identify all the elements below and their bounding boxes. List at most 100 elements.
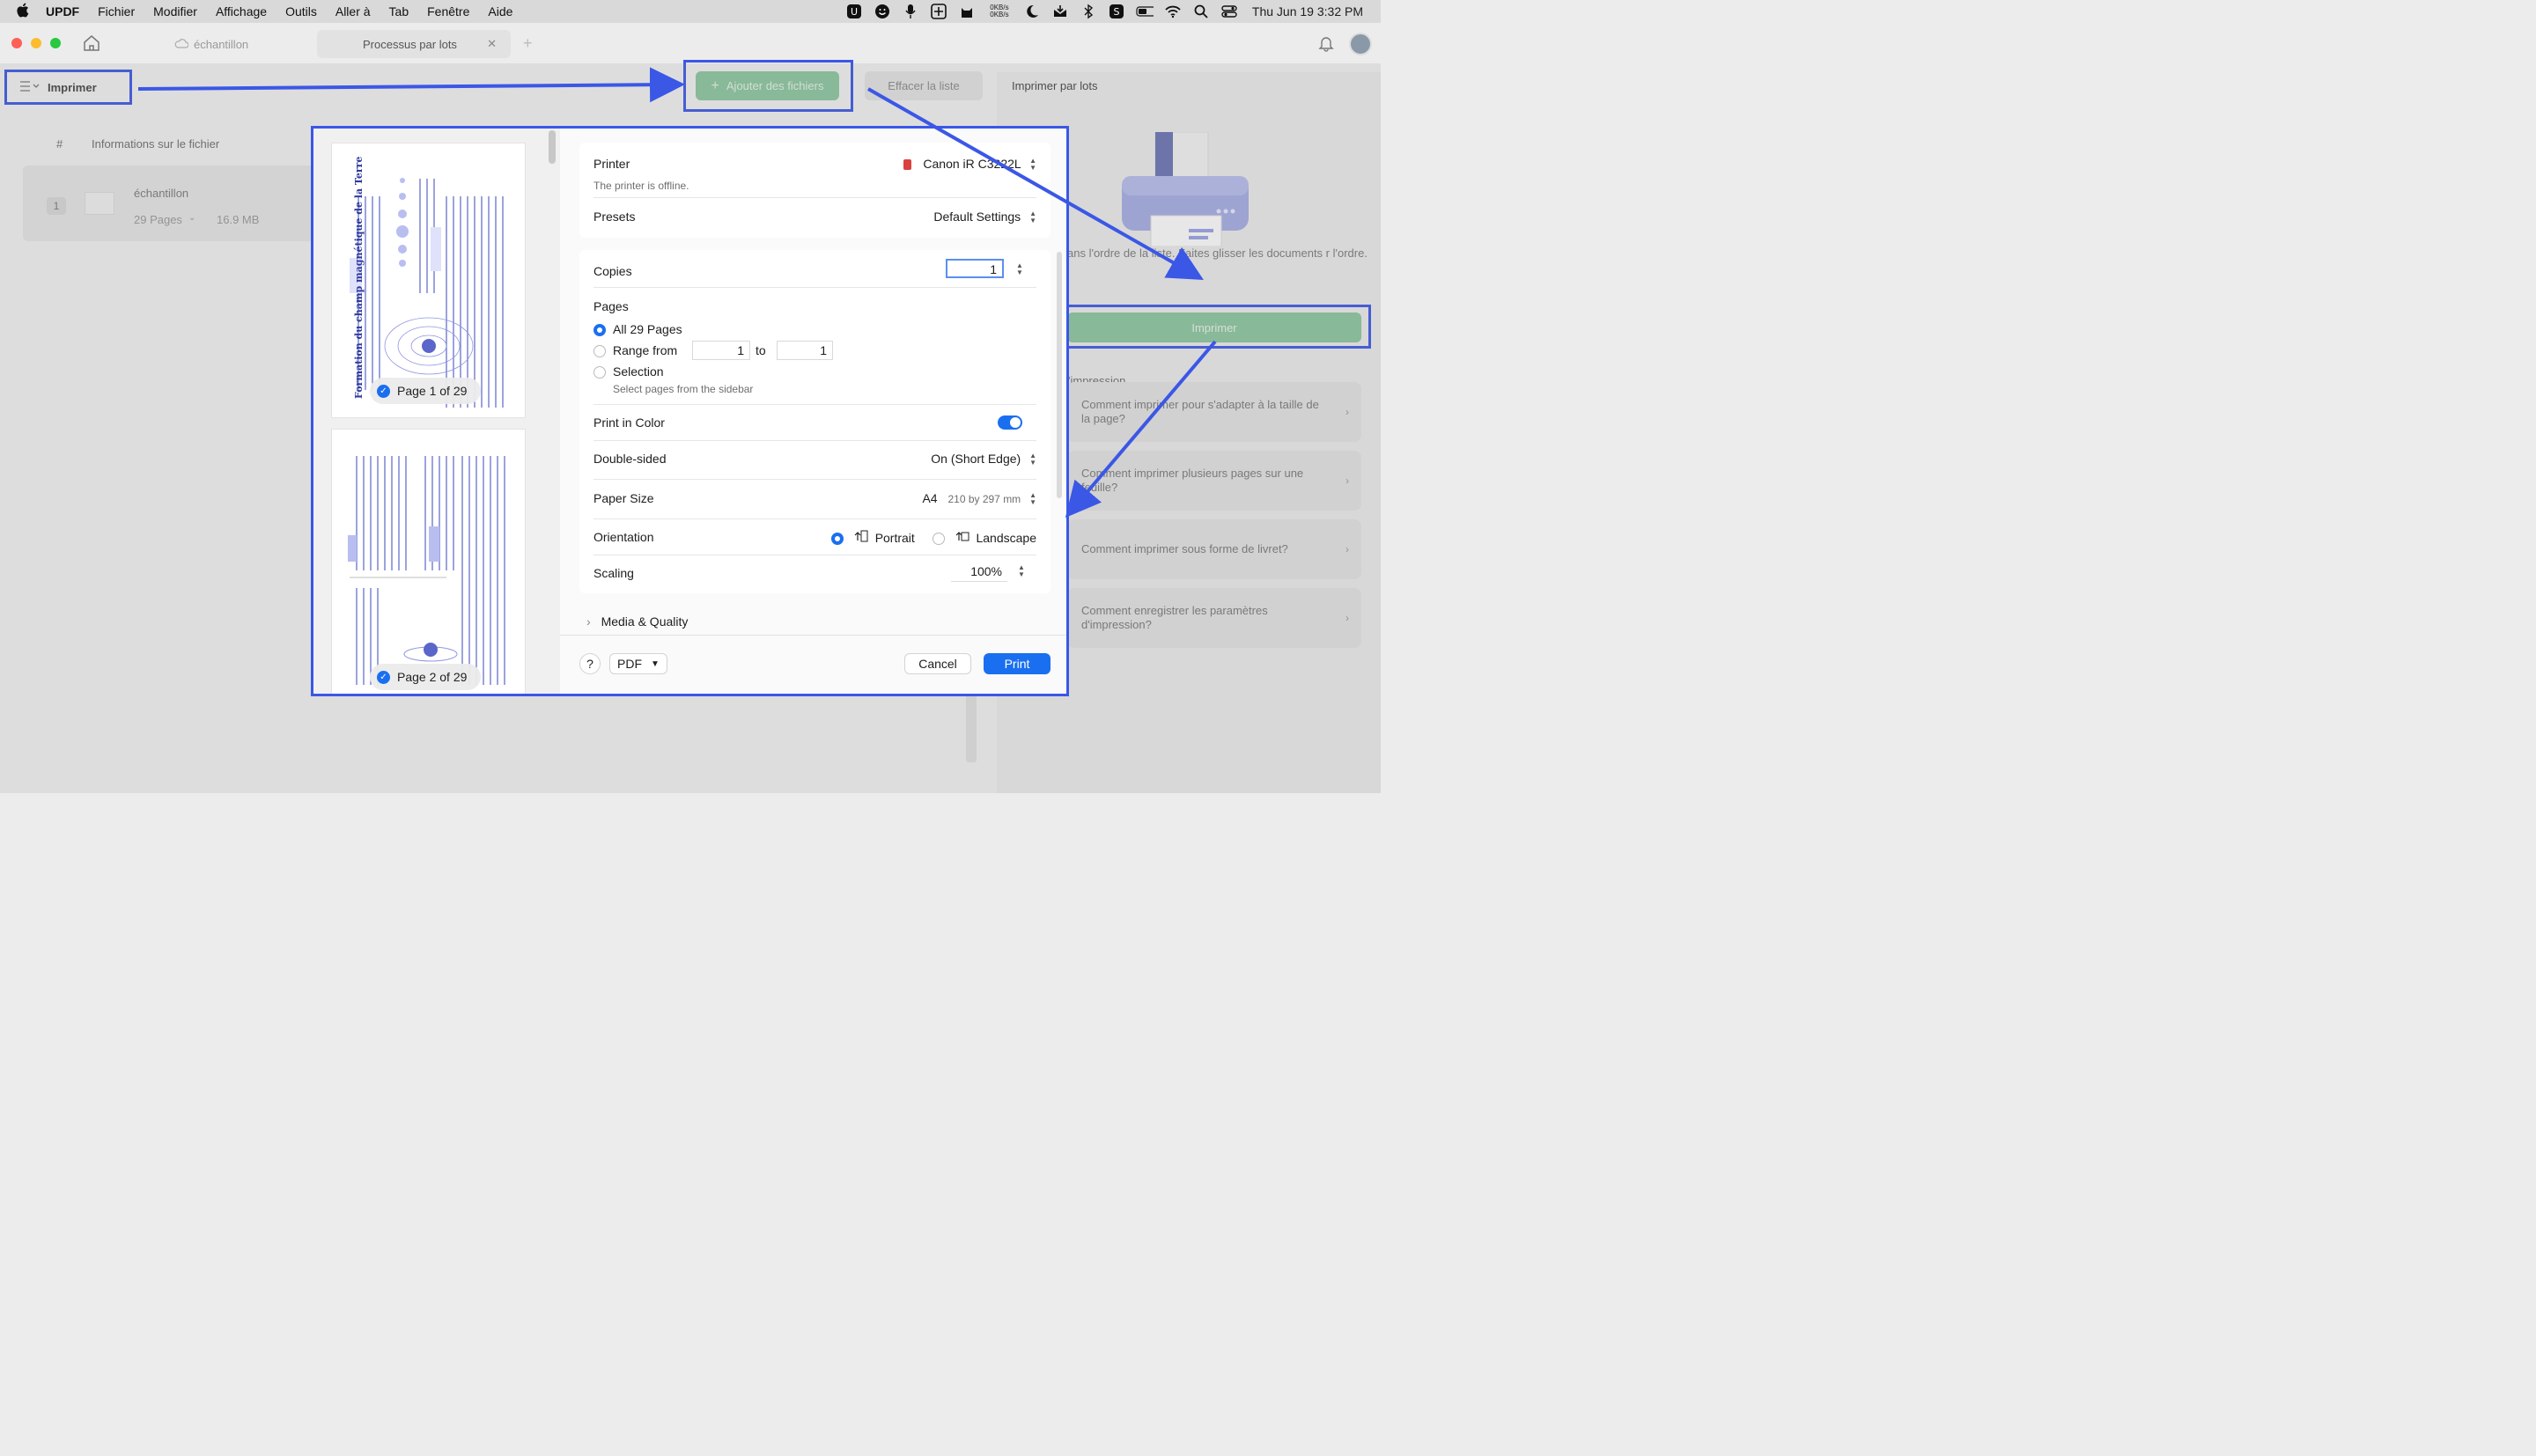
pages-all-option[interactable]: All 29 Pages xyxy=(593,322,682,337)
bell-icon[interactable] xyxy=(1317,34,1335,55)
menu-app-name[interactable]: UPDF xyxy=(46,4,79,18)
page-2-label: Page 2 of 29 xyxy=(397,670,468,684)
cancel-button[interactable]: Cancel xyxy=(904,653,971,674)
duplex-select[interactable]: On (Short Edge) ▲ ▼ xyxy=(931,452,1036,467)
help-button[interactable]: ? xyxy=(579,653,601,674)
duplex-row: Double-sided On (Short Edge) ▲ ▼ xyxy=(593,452,1036,467)
copies-label: Copies xyxy=(593,264,632,278)
page-1-label-pill[interactable]: ✓ Page 1 of 29 xyxy=(370,378,482,404)
pages-selection-hint: Select pages from the sidebar xyxy=(613,383,754,395)
menu-fenetre[interactable]: Fenêtre xyxy=(427,4,469,18)
duplex-label: Double-sided xyxy=(593,452,667,466)
cloud-icon xyxy=(174,38,189,51)
cancel-label: Cancel xyxy=(918,657,957,671)
radio-range[interactable] xyxy=(593,345,606,358)
pdf-menu-button[interactable]: PDF ▼ xyxy=(609,653,667,674)
copies-stepper[interactable]: ▲ ▼ xyxy=(1016,262,1023,276)
close-tab-icon[interactable]: ✕ xyxy=(487,37,497,51)
radio-selection[interactable] xyxy=(593,366,606,379)
menu-aide[interactable]: Aide xyxy=(488,4,512,18)
options-card: Copies 1 ▲ ▼ Pages All 29 Pages Range fro… xyxy=(579,250,1051,593)
pages-row: Pages xyxy=(593,299,1036,313)
page-2-label-pill[interactable]: ✓ Page 2 of 29 xyxy=(370,664,482,690)
bluetooth-icon[interactable] xyxy=(1080,4,1097,19)
menubar-clock[interactable]: Thu Jun 19 3:32 PM xyxy=(1252,4,1363,18)
home-icon[interactable] xyxy=(82,34,101,55)
page-preview-sidebar[interactable]: Formation du champ magnétique de la Terr… xyxy=(313,129,560,694)
scaling-input[interactable]: 100% xyxy=(951,563,1007,582)
net-down: 0KB/s xyxy=(990,11,1009,18)
network-speed: 0KB/s 0KB/s xyxy=(986,4,1013,18)
tab-echantillon[interactable]: échantillon xyxy=(174,30,248,58)
portrait-icon xyxy=(854,530,872,545)
updf-status-icon[interactable]: U xyxy=(845,4,863,18)
chevron-down-icon: ▼ xyxy=(651,658,660,669)
tab-processus-par-lots[interactable]: Processus par lots ✕ xyxy=(317,30,511,58)
printer-label: Printer xyxy=(593,157,630,171)
menu-fichier[interactable]: Fichier xyxy=(98,4,135,18)
print-button[interactable]: Print xyxy=(984,653,1051,674)
range-to-input[interactable]: 1 xyxy=(777,341,833,360)
minimize-window-button[interactable] xyxy=(31,38,41,48)
print-label: Print xyxy=(1004,657,1030,671)
battery-icon[interactable] xyxy=(1136,4,1154,18)
menu-outils[interactable]: Outils xyxy=(285,4,317,18)
moon-icon[interactable] xyxy=(1023,4,1041,18)
print-in-color-toggle[interactable] xyxy=(998,415,1022,430)
page-thumbnail-2[interactable] xyxy=(331,429,526,694)
presets-label: Presets xyxy=(593,210,636,224)
control-center-icon[interactable] xyxy=(1220,4,1238,18)
close-window-button[interactable] xyxy=(11,38,22,48)
cat-icon[interactable] xyxy=(958,4,976,18)
media-quality-disclosure[interactable]: › Media & Quality xyxy=(586,614,688,629)
landscape-icon xyxy=(955,531,973,545)
menu-tab[interactable]: Tab xyxy=(389,4,409,18)
orientation-label: Orientation xyxy=(593,530,654,544)
presets-select[interactable]: Default Settings ▲ ▼ xyxy=(933,210,1036,224)
menu-affichage[interactable]: Affichage xyxy=(216,4,267,18)
updown-chevron-icon: ▲ ▼ xyxy=(1029,210,1036,225)
divider xyxy=(593,518,1036,519)
s-app-icon[interactable]: S xyxy=(1108,4,1125,18)
preview-scrollbar[interactable] xyxy=(549,130,556,164)
pdf-label: PDF xyxy=(617,657,643,671)
radio-landscape[interactable] xyxy=(932,533,945,546)
paper-label: Paper Size xyxy=(593,491,654,505)
color-label: Print in Color xyxy=(593,415,665,430)
zoom-window-button[interactable] xyxy=(50,38,61,48)
presets-row: Presets Default Settings ▲ ▼ xyxy=(593,210,1036,224)
divider xyxy=(593,440,1036,441)
checkmark-icon: ✓ xyxy=(377,384,390,398)
radio-portrait[interactable] xyxy=(830,533,844,546)
settings-scrollbar[interactable] xyxy=(1057,252,1062,498)
menu-modifier[interactable]: Modifier xyxy=(153,4,197,18)
paper-size-select[interactable]: A4 210 by 297 mm ▲ ▼ xyxy=(922,491,1036,506)
media-quality-label: Media & Quality xyxy=(601,614,689,629)
radio-all-pages[interactable] xyxy=(593,324,606,337)
divider xyxy=(593,197,1036,198)
copies-input[interactable]: 1 xyxy=(946,259,1004,278)
tray-icon[interactable] xyxy=(1051,4,1069,18)
range-from-input[interactable]: 1 xyxy=(692,341,750,360)
spotlight-search-icon[interactable] xyxy=(1192,4,1210,18)
updown-chevron-icon: ▲ ▼ xyxy=(1029,491,1036,507)
pages-all-label: All 29 Pages xyxy=(613,322,682,336)
pages-range-option[interactable]: Range from xyxy=(593,343,677,358)
apple-icon[interactable] xyxy=(16,3,30,20)
printer-select[interactable]: Canon iR C3222L ▲ ▼ xyxy=(903,157,1036,172)
scaling-stepper[interactable]: ▲ ▼ xyxy=(1018,564,1025,578)
printer-offline-icon xyxy=(903,159,911,171)
pages-label: Pages xyxy=(593,299,629,313)
paper-row: Paper Size A4 210 by 297 mm ▲ ▼ xyxy=(593,491,1036,506)
microphone-icon[interactable] xyxy=(902,4,919,18)
new-tab-plus-icon[interactable]: + xyxy=(523,34,533,53)
menu-aller-a[interactable]: Aller à xyxy=(335,4,371,18)
wifi-icon[interactable] xyxy=(1164,4,1182,18)
smiley-icon[interactable] xyxy=(874,4,891,18)
grid-plus-icon[interactable] xyxy=(930,4,947,19)
pages-selection-option[interactable]: Selection xyxy=(593,364,664,379)
avatar[interactable] xyxy=(1349,33,1372,55)
page-1-label: Page 1 of 29 xyxy=(397,384,468,398)
scaling-label: Scaling xyxy=(593,566,634,580)
print-settings-pane: Printer Canon iR C3222L ▲ ▼ The printer i… xyxy=(560,129,1066,694)
